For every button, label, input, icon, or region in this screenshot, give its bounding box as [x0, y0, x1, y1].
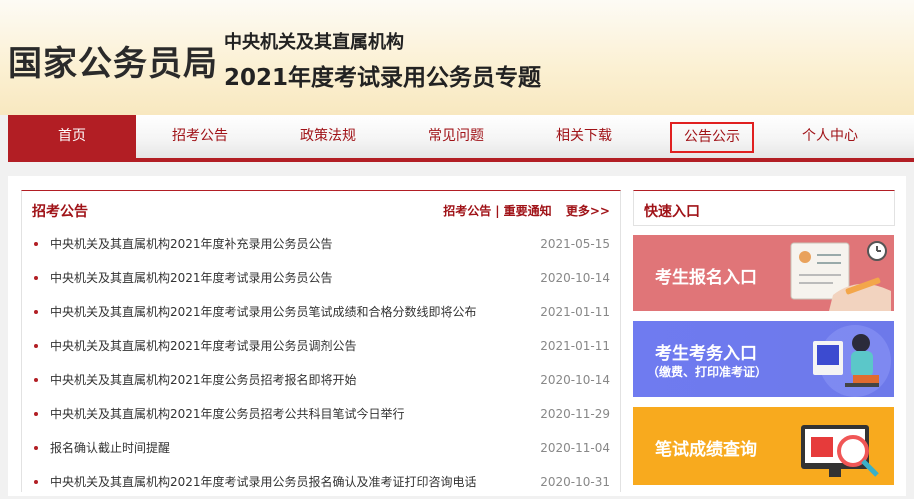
news-item-date: 2020-10-14 — [540, 271, 610, 285]
news-item-title[interactable]: 中央机关及其直属机构2021年度考试录用公务员公告 — [50, 261, 333, 295]
bullet-icon — [34, 242, 38, 246]
more-link[interactable]: 更多>> — [566, 204, 610, 218]
list-item: 中央机关及其直属机构2021年度补充录用公务员公告 2021-05-15 — [22, 227, 620, 261]
news-item-date: 2021-01-11 — [540, 305, 610, 319]
tab-important-notices[interactable]: 重要通知 — [504, 204, 552, 218]
news-item-date: 2020-11-29 — [540, 407, 610, 421]
news-section-title: 招考公告 — [32, 204, 88, 220]
list-item: 中央机关及其直属机构2021年度考试录用公务员公告 2020-10-14 — [22, 261, 620, 295]
news-item-date: 2021-01-11 — [540, 339, 610, 353]
site-header: 国家公务员局 中央机关及其直属机构 2021年度考试录用公务员专题 — [0, 0, 914, 115]
list-item: 中央机关及其直属机构2021年度考试录用公务员笔试成绩和合格分数线即将公布 202… — [22, 295, 620, 329]
list-item: 中央机关及其直属机构2021年度考试录用公务员调剂公告 2021-01-11 — [22, 329, 620, 363]
news-list: 中央机关及其直属机构2021年度补充录用公务员公告 2021-05-15 中央机关… — [22, 227, 620, 499]
bullet-icon — [34, 446, 38, 450]
news-item-date: 2021-05-15 — [540, 237, 610, 251]
header-subtitle-2: 2021年度考试录用公务员专题 — [224, 65, 542, 91]
site-logo[interactable]: 国家公务员局 — [8, 36, 218, 85]
nav-item-recruitment[interactable]: 招考公告 — [136, 115, 264, 158]
exam-affairs-entry-banner[interactable]: 考生考务入口 （缴费、打印准考证） — [633, 321, 894, 397]
bullet-icon — [34, 276, 38, 280]
news-item-date: 2020-10-31 — [540, 475, 610, 489]
news-item-title[interactable]: 中央机关及其直属机构2021年度补充录用公务员公告 — [50, 227, 333, 261]
nav-item-personal-center[interactable]: 个人中心 — [766, 115, 894, 158]
bullet-icon — [34, 378, 38, 382]
news-item-title[interactable]: 中央机关及其直属机构2021年度考试录用公务员调剂公告 — [50, 329, 357, 363]
score-query-entry-banner[interactable]: 笔试成绩查询 — [633, 407, 894, 485]
main-nav: 首页 招考公告 政策法规 常见问题 相关下载 公告公示 个人中心 — [8, 115, 914, 162]
score-query-illustration-icon — [801, 425, 879, 477]
registration-illustration-icon — [790, 241, 891, 311]
list-item: 中央机关及其直属机构2021年度公务员招考公共科目笔试今日举行 2020-11-2… — [22, 397, 620, 431]
nav-item-announcements[interactable]: 公告公示 — [670, 122, 754, 153]
exam-affairs-illustration-icon — [813, 325, 891, 397]
list-item: 中央机关及其直属机构2021年度公务员招考报名即将开始 2020-10-14 — [22, 363, 620, 397]
news-item-date: 2020-10-14 — [540, 373, 610, 387]
registration-entry-banner[interactable]: 考生报名入口 — [633, 235, 894, 311]
news-item-title[interactable]: 中央机关及其直属机构2021年度公务员招考报名即将开始 — [50, 363, 357, 397]
news-tabs: 招考公告 | 重要通知 更多>> — [443, 202, 610, 219]
tab-separator: | — [495, 204, 500, 218]
list-item: 中央机关及其直属机构2021年度考试录用公务员报名确认及准考证打印咨询电话 202… — [22, 465, 620, 499]
nav-item-home[interactable]: 首页 — [8, 115, 136, 158]
news-item-title[interactable]: 中央机关及其直属机构2021年度考试录用公务员笔试成绩和合格分数线即将公布 — [50, 295, 477, 329]
news-item-title[interactable]: 报名确认截止时间提醒 — [50, 431, 170, 465]
nav-item-policy[interactable]: 政策法规 — [264, 115, 392, 158]
tab-recruitment-notices[interactable]: 招考公告 — [443, 204, 491, 218]
bullet-icon — [34, 310, 38, 314]
header-subtitle-1: 中央机关及其直属机构 — [224, 32, 404, 53]
news-section: 招考公告 招考公告 | 重要通知 更多>> 中央机关及其直属机构2021年度补充录用… — [21, 190, 621, 492]
quick-entry-title: 快速入口 — [644, 204, 700, 220]
bullet-icon — [34, 480, 38, 484]
nav-item-faq[interactable]: 常见问题 — [392, 115, 520, 158]
bullet-icon — [34, 412, 38, 416]
quick-entry-header: 快速入口 — [633, 190, 895, 226]
list-item: 报名确认截止时间提醒 2020-11-04 — [22, 431, 620, 465]
news-item-date: 2020-11-04 — [540, 441, 610, 455]
bullet-icon — [34, 344, 38, 348]
nav-item-downloads[interactable]: 相关下载 — [520, 115, 648, 158]
news-item-title[interactable]: 中央机关及其直属机构2021年度考试录用公务员报名确认及准考证打印咨询电话 — [50, 465, 477, 499]
news-item-title[interactable]: 中央机关及其直属机构2021年度公务员招考公共科目笔试今日举行 — [50, 397, 405, 431]
